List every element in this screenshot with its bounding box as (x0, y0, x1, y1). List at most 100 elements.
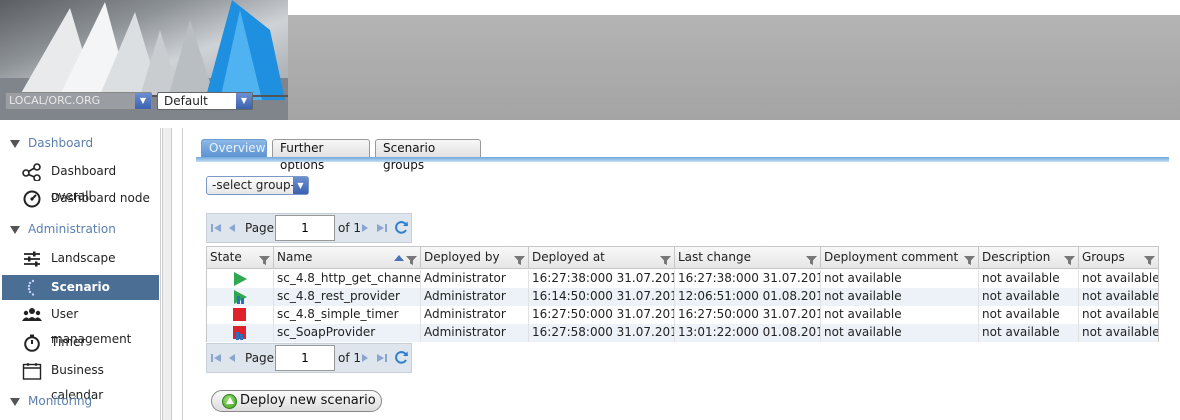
table-header: State Name Deployed by Deployed at Last … (207, 247, 1158, 269)
tab-scenario-groups[interactable]: Scenario groups (375, 139, 481, 172)
deployed-by-cell: Administrator (421, 324, 529, 342)
filter-icon[interactable] (259, 252, 270, 265)
page-input[interactable] (275, 215, 335, 241)
column-header-label: Deployment comment (824, 250, 959, 264)
deploy-new-scenario-button[interactable]: Deploy new scenario (211, 390, 382, 412)
name-cell: sc_4.8_http_get_channel (274, 270, 421, 288)
sidebar-item-label: Landscape (51, 251, 116, 265)
collapse-triangle-icon (10, 139, 20, 148)
sidebar-item-label: Dashboard node (51, 191, 150, 205)
running-blocked-state-icon (233, 290, 247, 306)
column-header-label: State (210, 250, 242, 264)
name-cell: sc_SoapProvider (274, 324, 421, 342)
column-header-state[interactable]: State (207, 247, 274, 269)
sidebar-section-administration[interactable]: Administration (0, 218, 161, 240)
tab-further-options[interactable]: Further options (272, 139, 370, 172)
tab-underline (196, 157, 1169, 162)
page-count-label: of 1 (338, 351, 362, 365)
sidebar-section-label: Dashboard (28, 136, 94, 150)
tab-overview[interactable]: Overview (201, 139, 267, 157)
table-row[interactable]: sc_4.8_http_get_channel Administrator 16… (207, 270, 1158, 288)
table-row[interactable]: sc_4.8_rest_provider Administrator 16:14… (207, 288, 1158, 306)
server-select[interactable]: LOCAL/ORC.ORG ▼ (5, 92, 152, 110)
stopped-state-icon (233, 308, 247, 324)
filter-icon[interactable] (806, 252, 817, 265)
last-page-icon[interactable] (377, 353, 387, 363)
filter-icon[interactable] (514, 252, 525, 265)
dotted-arc-icon (22, 279, 42, 297)
filter-icon[interactable] (1064, 252, 1075, 265)
first-page-icon[interactable] (211, 223, 221, 233)
collapse-triangle-icon (10, 397, 20, 406)
description-cell: not available (979, 324, 1079, 342)
column-header-deployed-at[interactable]: Deployed at (529, 247, 675, 269)
speedometer-icon (22, 190, 42, 208)
groups-cell: not available (1082, 325, 1158, 339)
refresh-icon[interactable] (394, 220, 409, 235)
column-header-groups[interactable]: Groups (1079, 247, 1158, 269)
sidebar-item-landscape[interactable]: Landscape (2, 246, 159, 271)
sidebar-item-dashboard-overall[interactable]: Dashboard overall (2, 159, 159, 203)
description-cell: not available (979, 270, 1079, 288)
prev-page-icon[interactable] (227, 223, 237, 233)
prev-page-icon[interactable] (227, 353, 237, 363)
state-cell (207, 324, 274, 342)
sidebar-section-monitoring[interactable]: Monitoring (0, 390, 161, 412)
sidebar-item-timer[interactable]: Timer (2, 330, 159, 355)
users-icon (22, 306, 42, 324)
column-header-label: Description (982, 250, 1051, 264)
groups-cell: not available (1082, 271, 1158, 285)
profile-select[interactable]: Default ▼ (157, 92, 253, 110)
chevron-down-icon: ▼ (236, 93, 252, 109)
first-page-icon[interactable] (211, 353, 221, 363)
comment-cell: not available (821, 270, 979, 288)
stopped-blocked-state-icon (233, 326, 247, 342)
deployed-at-cell: 16:27:58:000 31.07.2018 (529, 324, 675, 342)
page-count-label: of 1 (338, 221, 362, 235)
state-cell (207, 288, 274, 306)
column-header-deployed-by[interactable]: Deployed by (421, 247, 529, 269)
chevron-down-icon: ▼ (135, 93, 151, 109)
last-page-icon[interactable] (377, 223, 387, 233)
column-header-last-change[interactable]: Last change (675, 247, 821, 269)
running-state-icon (233, 272, 247, 288)
filter-icon[interactable] (1144, 252, 1155, 265)
filter-icon[interactable] (964, 252, 975, 265)
filter-icon[interactable] (660, 252, 671, 265)
table-row[interactable]: sc_4.8_simple_timer Administrator 16:27:… (207, 306, 1158, 324)
sidebar-item-business-calendar[interactable]: Business calendar (2, 358, 159, 402)
server-select-value: LOCAL/ORC.ORG (9, 94, 101, 107)
description-cell: not available (979, 306, 1079, 324)
sidebar-section-label: Monitoring (28, 394, 93, 408)
group-select[interactable]: -select group- ▼ (206, 176, 309, 195)
page-input[interactable] (275, 345, 335, 371)
column-header-description[interactable]: Description (979, 247, 1079, 269)
scenario-table: State Name Deployed by Deployed at Last … (206, 246, 1159, 342)
sidebar-item-user-management[interactable]: User management (2, 302, 159, 346)
table-row[interactable]: sc_SoapProvider Administrator 16:27:58:0… (207, 324, 1158, 342)
state-cell (207, 270, 274, 288)
column-header-label: Deployed at (532, 250, 605, 264)
filter-icon[interactable] (406, 252, 417, 265)
last-change-cell: 13:01:22:000 01.08.2018 (675, 324, 821, 342)
deployed-at-cell: 16:14:50:000 31.07.2018 (529, 288, 675, 306)
sidebar-scrollbar[interactable] (162, 128, 172, 420)
column-header-name[interactable]: Name (274, 247, 421, 269)
app-header: LOCAL/ORC.ORG ▼ Default ▼ (0, 0, 1180, 120)
name-cell: sc_4.8_rest_provider (274, 288, 421, 306)
sliders-icon (22, 250, 42, 268)
deployed-at-cell: 16:27:50:000 31.07.2018 (529, 306, 675, 324)
sidebar-item-dashboard-node[interactable]: Dashboard node (2, 186, 159, 211)
next-page-icon[interactable] (360, 223, 370, 233)
deployed-by-cell: Administrator (421, 270, 529, 288)
column-header-deployment-comment[interactable]: Deployment comment (821, 247, 979, 269)
next-page-icon[interactable] (360, 353, 370, 363)
refresh-icon[interactable] (394, 350, 409, 365)
group-select-value: -select group- (212, 178, 295, 192)
deployed-by-cell: Administrator (421, 288, 529, 306)
comment-cell: not available (821, 306, 979, 324)
sidebar-section-dashboard[interactable]: Dashboard (0, 132, 161, 154)
sidebar-item-scenario[interactable]: Scenario (2, 275, 159, 300)
sort-ascending-icon (394, 255, 404, 261)
description-cell: not available (979, 288, 1079, 306)
